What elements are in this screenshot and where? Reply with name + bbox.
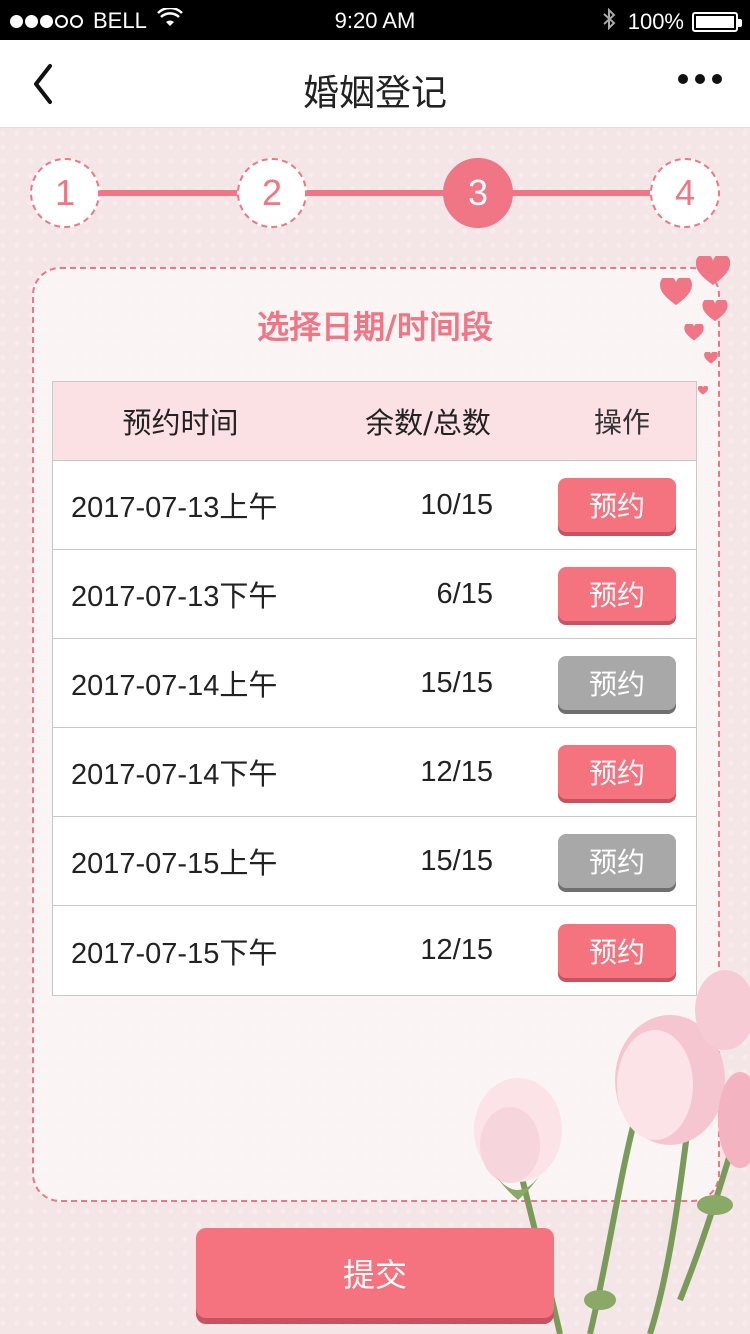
step-3: 3 xyxy=(443,158,513,228)
table-row: 2017-07-15下午 12/15 预约 xyxy=(53,906,696,995)
slot-count: 10/15 xyxy=(420,488,493,521)
book-button-disabled: 预约 xyxy=(558,834,676,888)
slot-time: 2017-07-13下午 xyxy=(71,581,278,613)
table-row: 2017-07-15上午 15/15 预约 xyxy=(53,817,696,906)
step-connector xyxy=(512,190,656,196)
appointment-table: 预约时间 余数/总数 操作 2017-07-13上午 10/15 预约 2017… xyxy=(52,381,697,996)
table-row: 2017-07-14上午 15/15 预约 xyxy=(53,639,696,728)
step-2: 2 xyxy=(237,158,307,228)
slot-time: 2017-07-15上午 xyxy=(71,848,278,880)
slot-count: 12/15 xyxy=(420,755,493,788)
slot-count: 15/15 xyxy=(420,844,493,877)
book-button[interactable]: 预约 xyxy=(558,745,676,799)
bluetooth-icon xyxy=(602,7,616,36)
book-button[interactable]: 预约 xyxy=(558,923,676,978)
slot-count: 12/15 xyxy=(420,934,493,966)
battery-icon xyxy=(692,12,742,32)
slot-time: 2017-07-13上午 xyxy=(71,492,278,524)
more-icon xyxy=(678,74,688,84)
heart-icon xyxy=(696,256,730,285)
slot-count: 6/15 xyxy=(436,577,493,610)
more-button[interactable] xyxy=(671,74,722,84)
table-header: 预约时间 余数/总数 操作 xyxy=(53,382,696,461)
page-title: 婚姻登记 xyxy=(302,73,447,114)
book-button[interactable]: 预约 xyxy=(558,478,676,532)
table-row: 2017-07-14下午 12/15 预约 xyxy=(53,728,696,817)
book-button[interactable]: 预约 xyxy=(558,567,676,621)
header-action: 操作 xyxy=(593,406,650,439)
slot-count: 15/15 xyxy=(420,666,493,699)
battery-percent: 100% xyxy=(627,9,684,34)
stepper: 1 2 3 4 xyxy=(30,158,720,228)
slot-time: 2017-07-15下午 xyxy=(71,937,278,970)
status-right: 100% xyxy=(602,7,742,36)
nav-bar: 婚姻登记 xyxy=(0,40,750,128)
table-row: 2017-07-13下午 6/15 预约 xyxy=(53,550,696,639)
header-time: 预约时间 xyxy=(122,406,239,440)
table-row: 2017-07-13上午 10/15 预约 xyxy=(53,461,696,550)
step-connector xyxy=(98,190,242,196)
heart-icon xyxy=(704,352,718,364)
submit-button[interactable]: 提交 xyxy=(196,1228,554,1318)
header-count: 余数/总数 xyxy=(365,406,491,440)
step-4: 4 xyxy=(650,158,720,228)
book-button-disabled: 预约 xyxy=(558,656,676,710)
heart-icon xyxy=(698,386,708,395)
step-connector xyxy=(306,190,450,196)
card-title: 选择日期/时间段 xyxy=(257,308,493,346)
step-1: 1 xyxy=(30,158,100,228)
status-bar: BELL 9:20 AM 100% xyxy=(0,0,750,40)
slot-time: 2017-07-14上午 xyxy=(71,670,278,702)
slot-time: 2017-07-14下午 xyxy=(71,759,278,791)
